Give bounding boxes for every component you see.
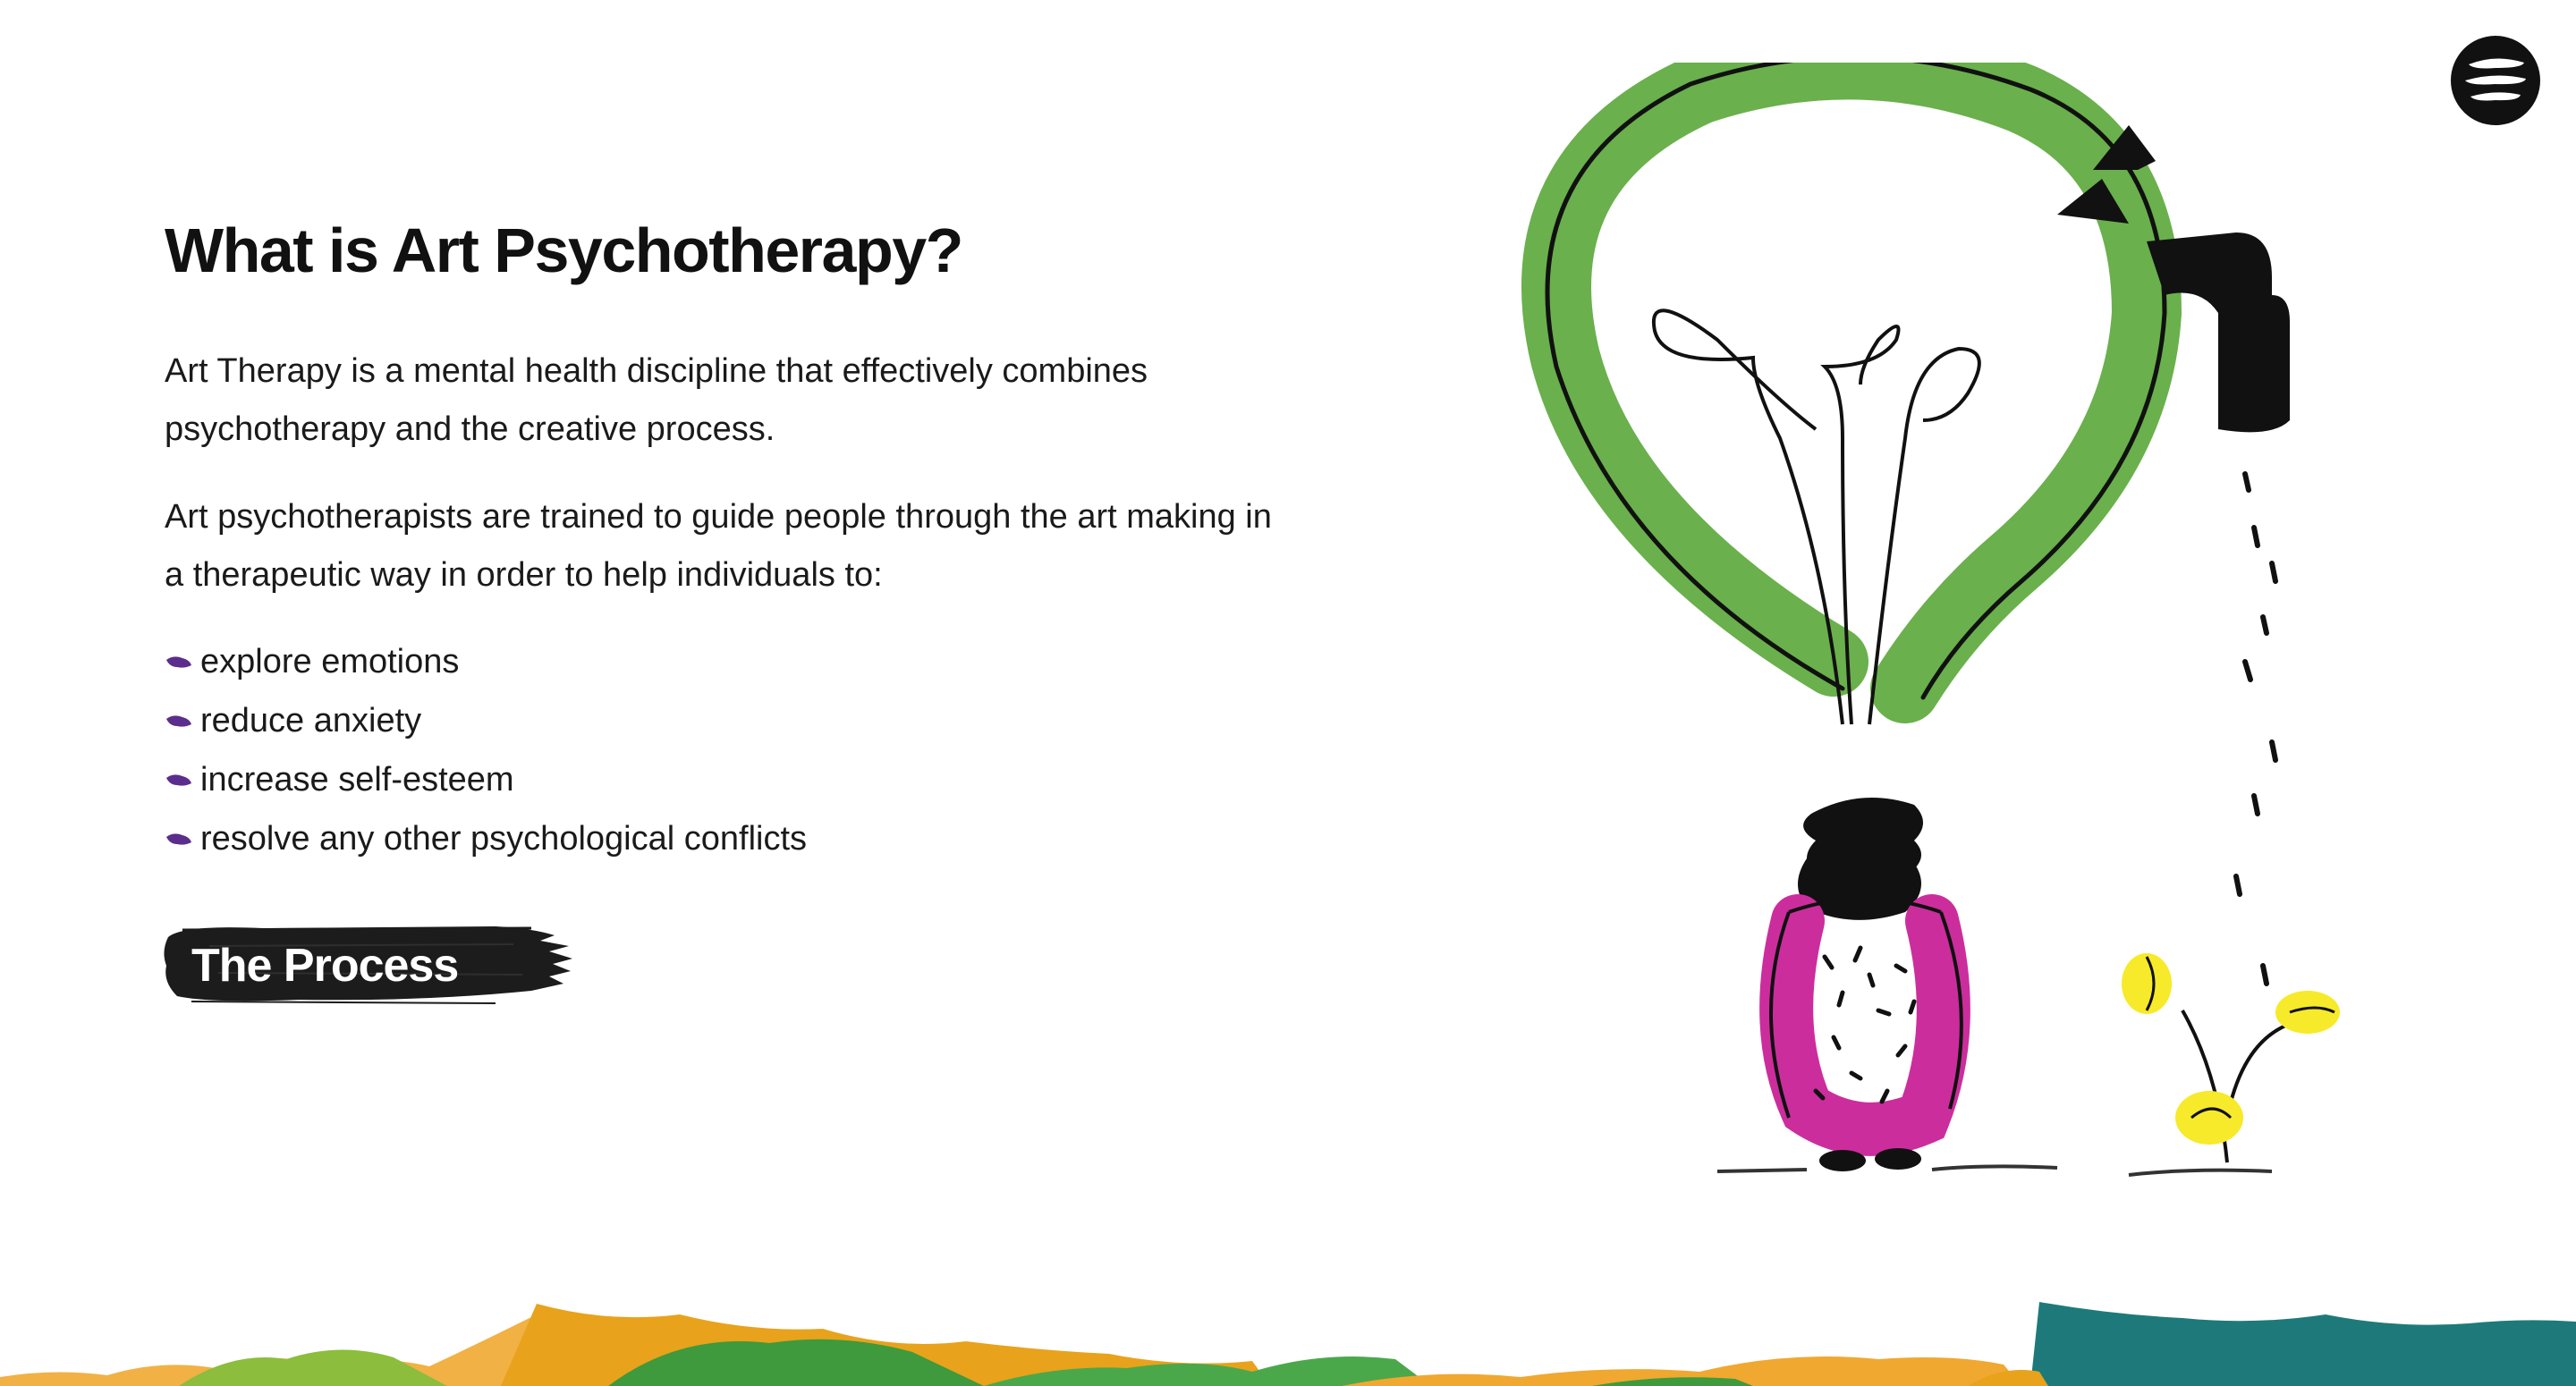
painted-footer-strip xyxy=(0,1302,2576,1386)
plant-leaf xyxy=(2122,953,2172,1014)
left-foot xyxy=(1819,1150,1866,1171)
plant-leaf xyxy=(2275,991,2340,1034)
brush-bullet-icon xyxy=(166,773,191,786)
list-item: increase self-esteem xyxy=(165,751,1292,810)
main-content: What is Art Psychotherapy? Art Therapy i… xyxy=(165,215,1292,869)
plant-leaf xyxy=(2175,1091,2243,1145)
page: What is Art Psychotherapy? Art Therapy i… xyxy=(0,0,2576,1386)
page-title: What is Art Psychotherapy? xyxy=(165,216,963,285)
water-drops xyxy=(2233,471,2278,986)
list-item-label: reduce anxiety xyxy=(200,702,422,739)
list-item-label: explore emotions xyxy=(200,643,460,680)
the-process-label: The Process xyxy=(191,940,459,992)
brush-bullet-icon xyxy=(166,714,191,727)
list-item-label: resolve any other psychological conflict… xyxy=(200,820,808,858)
list-item: reduce anxiety xyxy=(165,692,1292,751)
lightbulb-illustration xyxy=(1521,63,2340,1177)
bulb-green-paint xyxy=(1521,63,2182,723)
list-item: explore emotions xyxy=(165,633,1292,692)
right-foot xyxy=(1875,1148,1921,1170)
benefits-list: explore emotions reduce anxiety increase… xyxy=(165,633,1292,869)
coat-pattern xyxy=(1813,945,1917,1104)
list-item: resolve any other psychological conflict… xyxy=(165,810,1292,869)
list-item-label: increase self-esteem xyxy=(200,761,514,799)
the-process-button[interactable]: The Process xyxy=(156,919,574,1010)
brush-bullet-icon xyxy=(166,832,191,845)
coat-pink-paint xyxy=(1759,894,1970,1156)
leaf-veins xyxy=(2145,956,2335,1120)
intro-paragraph: Art Therapy is a mental health disciplin… xyxy=(165,351,1148,448)
hamburger-menu-icon xyxy=(2451,36,2540,125)
ground-line xyxy=(1716,1164,2273,1177)
description-paragraph: Art psychotherapists are trained to guid… xyxy=(165,497,1272,594)
menu-button[interactable] xyxy=(2449,34,2542,127)
brush-bullet-icon xyxy=(166,655,191,668)
